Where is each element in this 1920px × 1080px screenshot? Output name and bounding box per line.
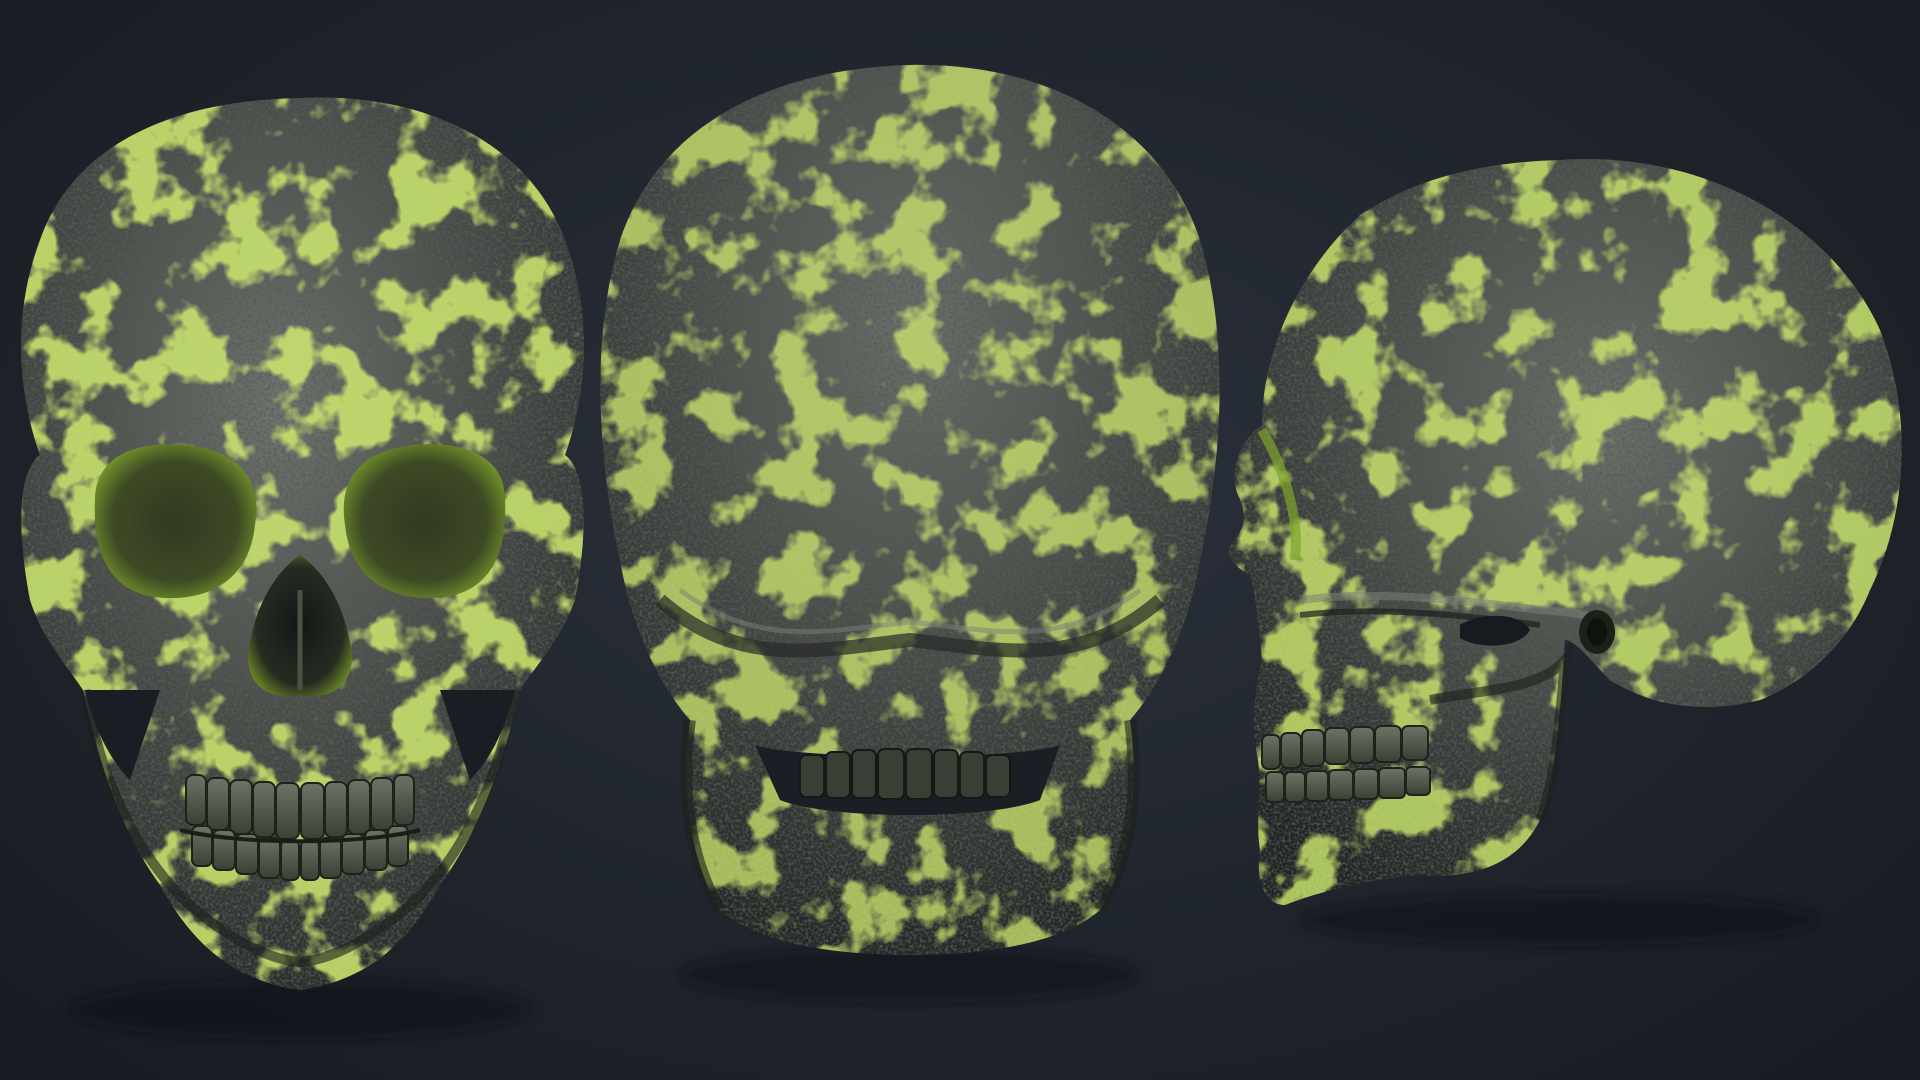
left-eye-socket — [94, 444, 257, 599]
back-teeth — [799, 748, 1011, 800]
right-eye-socket — [343, 444, 506, 599]
skull-render-scene — [21, 64, 1902, 1040]
